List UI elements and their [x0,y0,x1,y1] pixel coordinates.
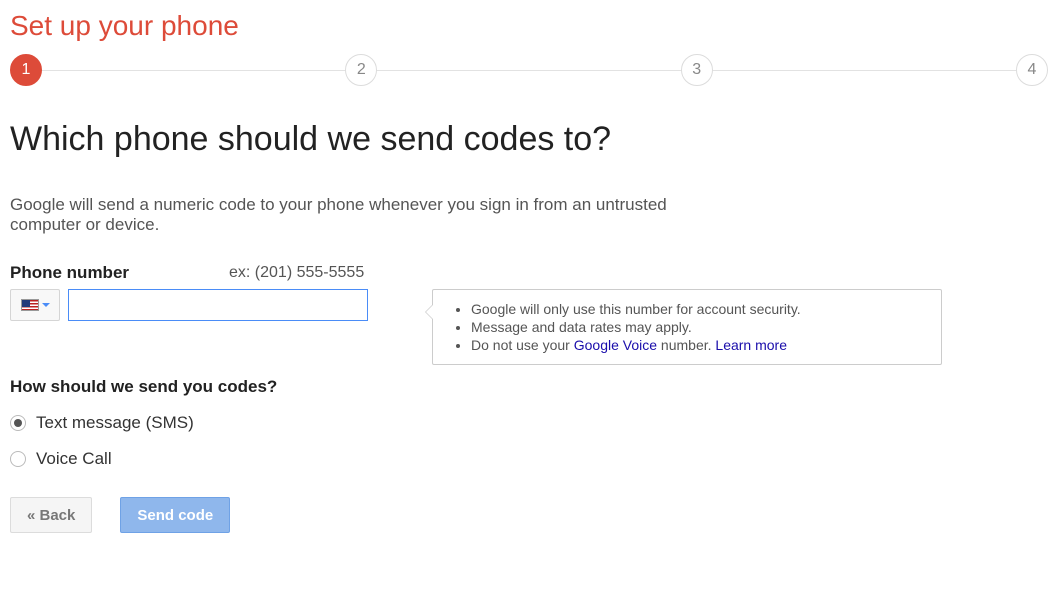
tooltip-item-security: Google will only use this number for acc… [471,300,927,318]
tooltip-arrow-icon [425,304,433,320]
page-title: Set up your phone [10,10,1048,42]
radio-option-sms[interactable]: Text message (SMS) [10,413,1048,433]
step-1: 1 [10,54,42,86]
tooltip-item-voice: Do not use your Google Voice number. Lea… [471,336,927,354]
tooltip-voice-mid: number. [657,337,715,353]
phone-example-hint: ex: (201) 555-5555 [229,264,364,282]
radio-icon [10,451,26,467]
step-2: 2 [345,54,377,86]
google-voice-link[interactable]: Google Voice [574,337,657,353]
chevron-down-icon [42,303,50,307]
phone-number-input[interactable] [68,289,368,321]
learn-more-link[interactable]: Learn more [715,337,787,353]
send-code-button[interactable]: Send code [120,497,230,533]
step-3: 3 [681,54,713,86]
tooltip-item-rates: Message and data rates may apply. [471,318,927,336]
radio-option-voice[interactable]: Voice Call [10,449,1048,469]
description-text: Google will send a numeric code to your … [10,195,690,235]
question-heading: Which phone should we send codes to? [10,120,1048,159]
stepper: 1 2 3 4 [10,54,1048,86]
country-code-picker[interactable] [10,289,60,321]
radio-label-voice: Voice Call [36,449,112,469]
back-button[interactable]: « Back [10,497,92,533]
phone-tooltip: Google will only use this number for acc… [432,289,942,365]
step-4: 4 [1016,54,1048,86]
phone-label: Phone number [10,263,129,283]
radio-icon [10,415,26,431]
tooltip-voice-prefix: Do not use your [471,337,574,353]
delivery-method-label: How should we send you codes? [10,377,1048,397]
us-flag-icon [21,299,39,311]
radio-label-sms: Text message (SMS) [36,413,194,433]
